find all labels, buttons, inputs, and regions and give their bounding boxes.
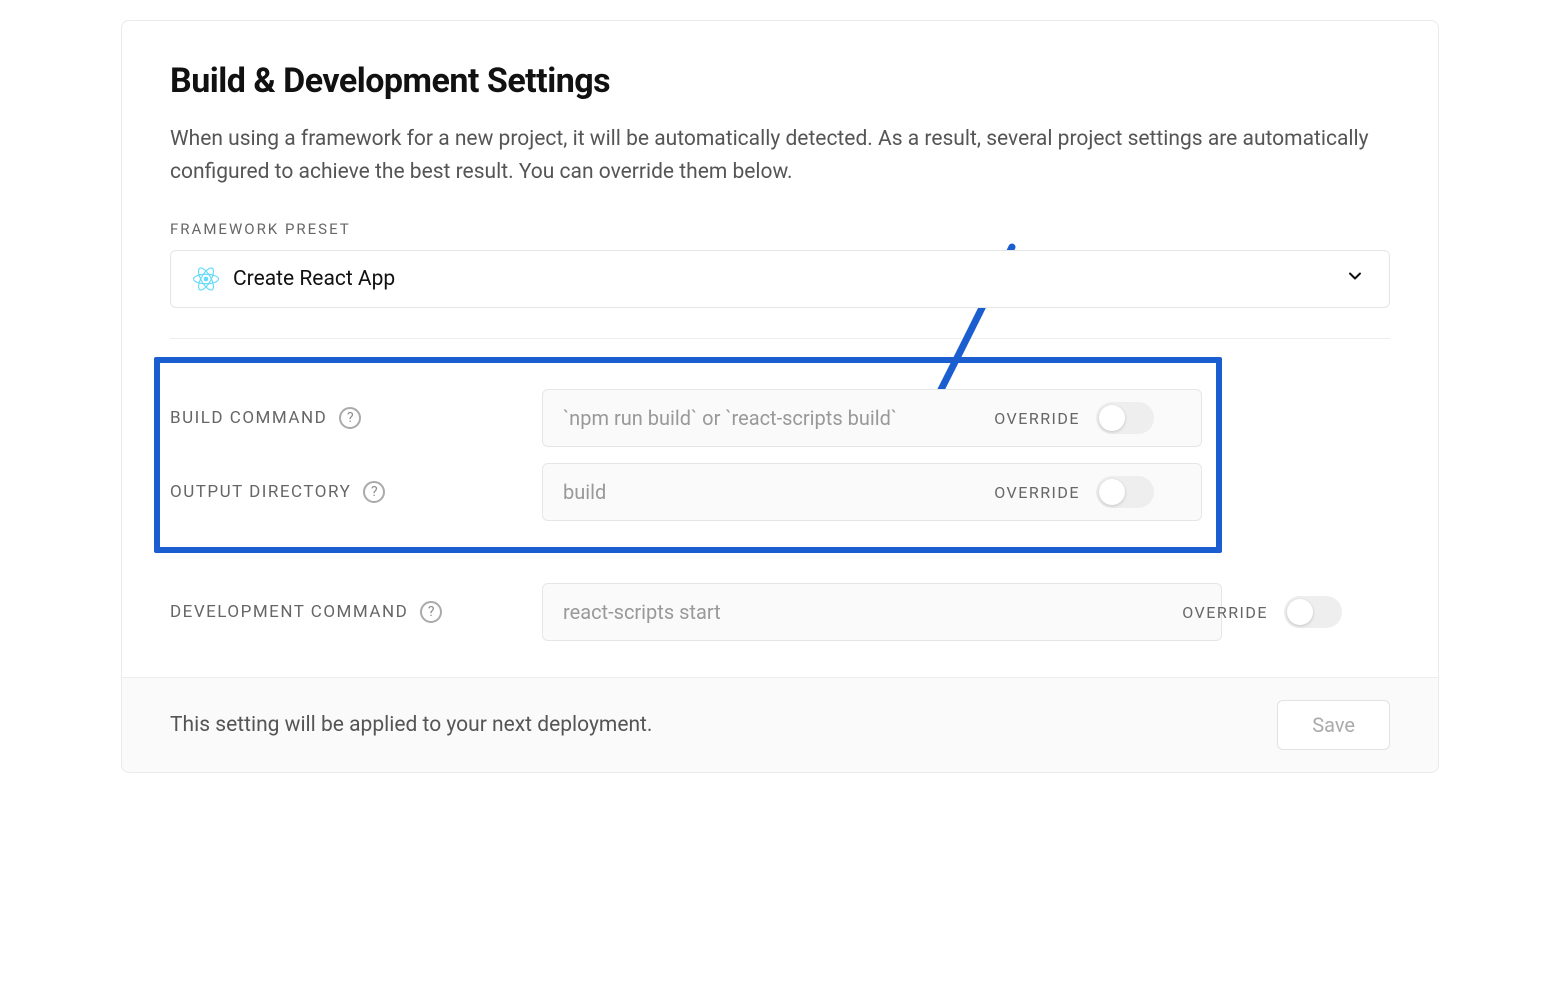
output-directory-override-toggle[interactable] <box>1096 476 1154 508</box>
override-label: OVERRIDE <box>994 483 1080 502</box>
help-icon[interactable]: ? <box>420 601 442 623</box>
page-description: When using a framework for a new project… <box>170 123 1390 188</box>
development-command-override-toggle[interactable] <box>1284 596 1342 628</box>
output-directory-label: OUTPUT DIRECTORY <box>170 482 351 502</box>
framework-preset-label: FRAMEWORK PRESET <box>170 220 1390 238</box>
save-button[interactable]: Save <box>1277 700 1390 750</box>
framework-preset-select[interactable]: Create React App <box>170 250 1390 308</box>
development-command-label: DEVELOPMENT COMMAND <box>170 602 408 622</box>
framework-preset-value: Create React App <box>233 267 395 291</box>
help-icon[interactable]: ? <box>363 481 385 503</box>
build-command-row: BUILD COMMAND ? OVERRIDE <box>170 381 1202 455</box>
override-label: OVERRIDE <box>1182 603 1268 622</box>
chevron-down-icon <box>1345 266 1365 292</box>
highlight-annotation-box: BUILD COMMAND ? OVERRIDE OUTPUT DIRECTOR… <box>154 357 1222 553</box>
development-command-input[interactable] <box>542 583 1222 641</box>
development-command-row: DEVELOPMENT COMMAND ? OVERRIDE <box>170 575 1390 649</box>
build-command-label: BUILD COMMAND <box>170 408 327 428</box>
override-label: OVERRIDE <box>994 409 1080 428</box>
divider <box>170 338 1390 339</box>
react-icon <box>193 267 219 291</box>
page-title: Build & Development Settings <box>170 61 1390 101</box>
card-footer: This setting will be applied to your nex… <box>122 677 1438 772</box>
build-command-override-toggle[interactable] <box>1096 402 1154 434</box>
card-body: Build & Development Settings When using … <box>122 21 1438 677</box>
help-icon[interactable]: ? <box>339 407 361 429</box>
output-directory-row: OUTPUT DIRECTORY ? OVERRIDE <box>170 455 1202 529</box>
settings-card: Build & Development Settings When using … <box>121 20 1439 773</box>
footer-note: This setting will be applied to your nex… <box>170 713 652 737</box>
